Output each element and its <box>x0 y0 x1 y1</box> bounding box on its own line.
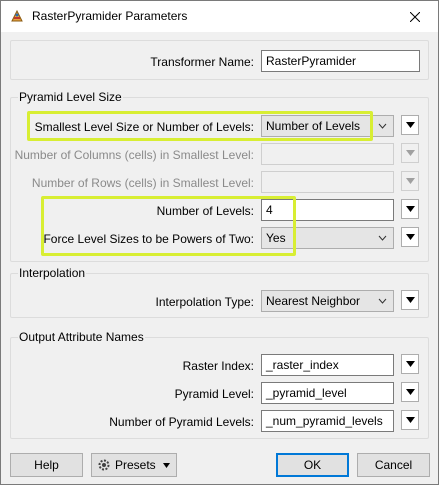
triangle-down-icon <box>405 178 415 184</box>
rows-label: Number of Rows (cells) in Smallest Level… <box>31 176 254 190</box>
transformer-name-input[interactable]: RasterPyramider <box>261 50 420 72</box>
triangle-down-icon <box>405 234 415 240</box>
presets-button-label: Presets <box>115 458 156 472</box>
cancel-button-label: Cancel <box>374 458 413 472</box>
window-title: RasterPyramider Parameters <box>32 9 188 23</box>
num-pyramid-levels-input[interactable]: _num_pyramid_levels <box>261 410 394 432</box>
raster-index-input[interactable]: _raster_index <box>261 354 394 376</box>
powers-of-two-label: Force Level Sizes to be Powers of Two: <box>43 232 254 246</box>
chevron-down-icon <box>378 298 387 304</box>
dialog-window: RasterPyramider Parameters Transformer N… <box>0 0 439 485</box>
rows-menu-button <box>401 171 419 191</box>
output-attributes-title: Output Attribute Names <box>18 330 145 344</box>
triangle-down-icon <box>405 297 415 303</box>
smallest-level-value: Number of Levels <box>266 119 361 133</box>
pyramid-level-input[interactable]: _pyramid_level <box>261 382 394 404</box>
raster-index-label: Raster Index: <box>182 359 254 373</box>
triangle-down-icon <box>405 122 415 128</box>
gear-icon <box>98 459 110 471</box>
close-icon <box>410 11 420 22</box>
triangle-down-icon <box>405 206 415 212</box>
triangle-down-icon <box>405 389 415 395</box>
columns-menu-button <box>401 143 419 163</box>
num-pyramid-levels-menu-button[interactable] <box>401 410 419 430</box>
app-icon <box>11 9 23 22</box>
powers-of-two-menu-button[interactable] <box>401 227 419 247</box>
triangle-down-icon <box>405 150 415 156</box>
smallest-level-menu-button[interactable] <box>401 115 419 135</box>
chevron-down-icon <box>378 123 387 129</box>
columns-input <box>261 143 394 165</box>
rows-input <box>261 171 394 193</box>
presets-button[interactable]: Presets <box>91 453 177 477</box>
interpolation-type-select[interactable]: Nearest Neighbor <box>261 290 394 312</box>
interpolation-type-menu-button[interactable] <box>401 290 419 310</box>
powers-of-two-select[interactable]: Yes <box>261 227 394 249</box>
help-button-label: Help <box>34 458 59 472</box>
triangle-down-icon <box>405 361 415 367</box>
transformer-name-label: Transformer Name: <box>150 55 254 69</box>
columns-label: Number of Columns (cells) in Smallest Le… <box>14 148 254 162</box>
num-levels-label: Number of Levels: <box>156 204 254 218</box>
num-levels-menu-button[interactable] <box>401 199 419 219</box>
num-pyramid-levels-label: Number of Pyramid Levels: <box>109 415 254 429</box>
powers-of-two-value: Yes <box>266 231 286 245</box>
pyramid-level-size-title: Pyramid Level Size <box>18 90 123 104</box>
cancel-button[interactable]: Cancel <box>357 453 430 477</box>
smallest-level-select[interactable]: Number of Levels <box>261 115 394 137</box>
interpolation-title: Interpolation <box>18 266 87 280</box>
interpolation-type-value: Nearest Neighbor <box>266 294 361 308</box>
title-bar: RasterPyramider Parameters <box>1 1 438 32</box>
pyramid-level-menu-button[interactable] <box>401 382 419 402</box>
chevron-down-icon <box>378 235 387 241</box>
smallest-level-label: Smallest Level Size or Number of Levels: <box>34 120 254 134</box>
interpolation-type-label: Interpolation Type: <box>155 295 254 309</box>
triangle-down-icon <box>405 417 415 423</box>
close-button[interactable] <box>392 1 438 32</box>
pyramid-level-label: Pyramid Level: <box>174 387 254 401</box>
ok-button[interactable]: OK <box>276 453 349 477</box>
help-button[interactable]: Help <box>10 453 83 477</box>
ok-button-label: OK <box>303 458 322 472</box>
num-levels-input[interactable]: 4 <box>261 199 394 221</box>
raster-index-menu-button[interactable] <box>401 354 419 374</box>
triangle-down-icon <box>162 462 170 468</box>
